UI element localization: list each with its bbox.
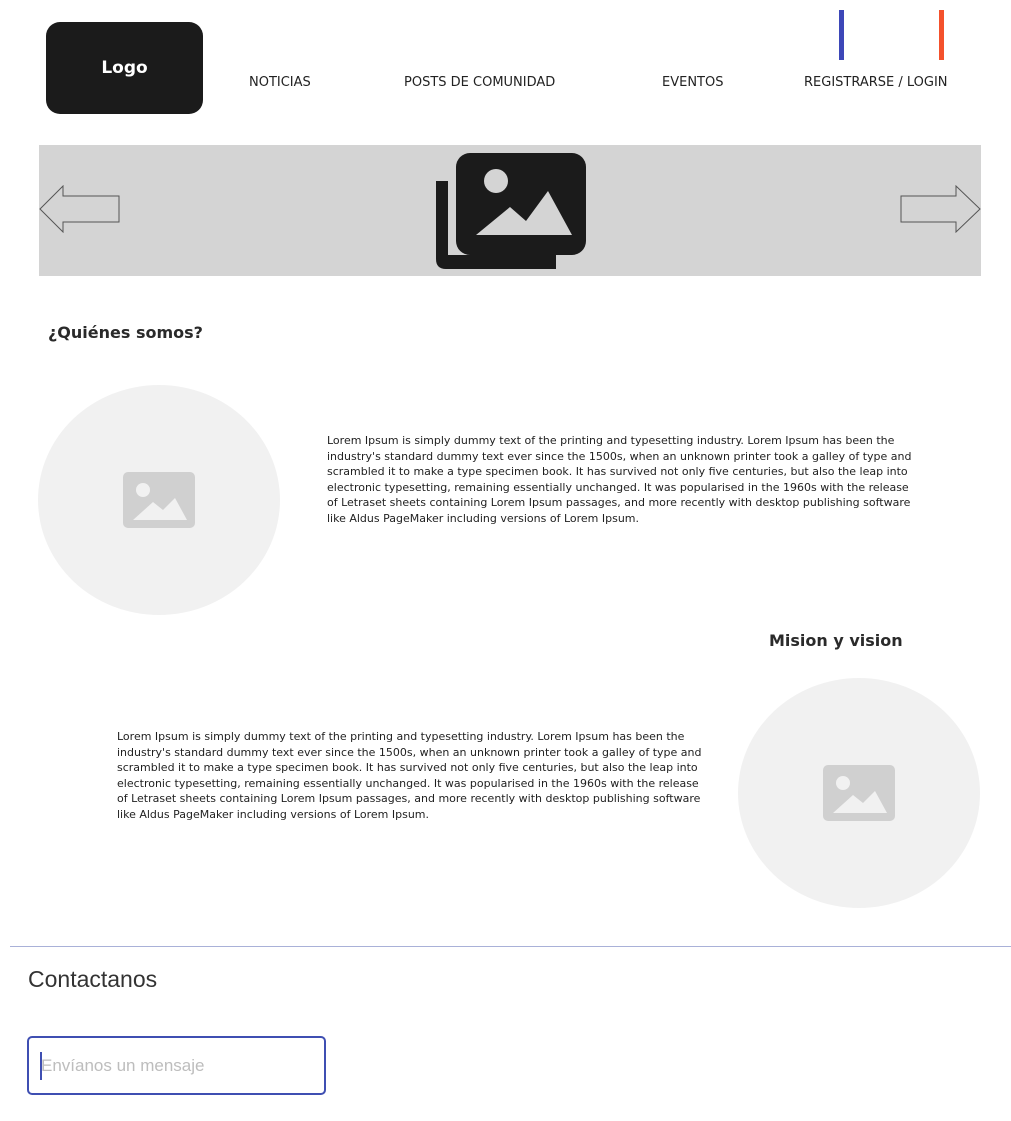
message-input[interactable] xyxy=(27,1036,326,1095)
mission-title: Mision y vision xyxy=(769,631,903,650)
about-title: ¿Quiénes somos? xyxy=(48,323,203,342)
nav-item-eventos[interactable]: EVENTOS xyxy=(662,75,723,90)
mission-image-placeholder xyxy=(738,678,980,908)
about-image-placeholder xyxy=(38,385,280,615)
carousel-banner xyxy=(39,145,981,276)
nav-item-noticias[interactable]: NOTICIAS xyxy=(249,75,311,90)
arrow-left-outline-icon[interactable] xyxy=(39,184,121,237)
photo-library-icon xyxy=(436,151,588,273)
logo[interactable]: Logo xyxy=(46,22,203,114)
image-placeholder-icon xyxy=(123,472,195,528)
section-divider xyxy=(10,946,1011,947)
about-text: Lorem Ipsum is simply dummy text of the … xyxy=(327,434,912,525)
accent-bar-orange xyxy=(939,10,944,60)
arrow-right-outline-icon[interactable] xyxy=(900,184,982,237)
image-placeholder-icon xyxy=(823,765,895,821)
nav-item-registrarse-login[interactable]: REGISTRARSE / LOGIN xyxy=(804,75,948,90)
nav-item-posts-de-comunidad[interactable]: POSTS DE COMUNIDAD xyxy=(404,75,555,90)
text-caret xyxy=(40,1052,42,1080)
mission-text: Lorem Ipsum is simply dummy text of the … xyxy=(117,730,702,821)
accent-bar-blue xyxy=(839,10,844,60)
contact-title: Contactanos xyxy=(28,966,158,992)
